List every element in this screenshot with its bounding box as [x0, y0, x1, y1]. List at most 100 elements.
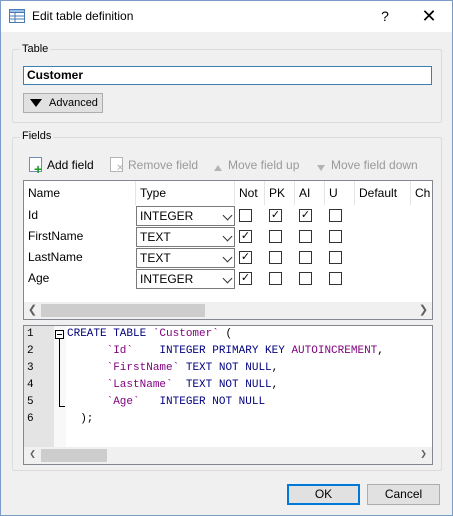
- sql-identifier: `FirstName`: [106, 362, 180, 374]
- chevron-down-icon: [222, 231, 233, 242]
- sql-text: ,: [271, 379, 279, 391]
- field-type-value: TEXT: [140, 230, 171, 244]
- scroll-thumb[interactable]: [41, 304, 205, 317]
- line-number: 6: [27, 413, 34, 425]
- checkbox-not[interactable]: ✓: [239, 251, 252, 264]
- field-type-select[interactable]: INTEGER: [136, 206, 235, 226]
- checkbox-pk[interactable]: [269, 230, 282, 243]
- field-row[interactable]: FirstName TEXT ✓: [24, 226, 432, 247]
- field-type-value: INTEGER: [140, 209, 194, 223]
- field-row[interactable]: Age INTEGER ✓: [24, 268, 432, 289]
- field-name-cell[interactable]: FirstName: [24, 226, 136, 247]
- checkbox-u[interactable]: [329, 230, 342, 243]
- checkbox-not[interactable]: ✓: [239, 230, 252, 243]
- scroll-right-icon[interactable]: ❯: [415, 447, 432, 464]
- edit-table-dialog: Edit table definition ? ✕ Table Customer…: [0, 0, 453, 516]
- move-field-down-label: Move field down: [331, 158, 418, 172]
- sql-identifier: `Customer`: [152, 328, 219, 340]
- ok-button[interactable]: OK: [287, 484, 360, 505]
- checkbox-ai[interactable]: [299, 251, 312, 264]
- field-type-value: INTEGER: [140, 272, 194, 286]
- line-number: 2: [27, 345, 34, 357]
- checkbox-ai[interactable]: [299, 272, 312, 285]
- move-field-up-button[interactable]: Move field up: [212, 156, 299, 174]
- sql-keyword: TEXT NOT NULL: [185, 362, 272, 374]
- fields-grid-hscrollbar[interactable]: ❮ ❯: [24, 302, 432, 319]
- sql-line: 2 `Id` INTEGER PRIMARY KEY AUTOINCREMENT…: [24, 343, 432, 360]
- remove-field-button[interactable]: ✕ Remove field: [109, 156, 198, 174]
- help-button[interactable]: ?: [371, 5, 399, 27]
- title-bar: Edit table definition ? ✕: [1, 1, 452, 32]
- add-field-icon: +: [28, 157, 44, 176]
- col-header-default[interactable]: Default: [355, 181, 411, 205]
- scroll-thumb[interactable]: [41, 449, 107, 462]
- sql-line: 3 `FirstName` TEXT NOT NULL,: [24, 360, 432, 377]
- move-field-down-button[interactable]: Move field down: [315, 156, 418, 174]
- cancel-button[interactable]: Cancel: [367, 484, 440, 505]
- remove-field-label: Remove field: [128, 158, 199, 172]
- field-row[interactable]: Id INTEGER ✓ ✓: [24, 205, 432, 226]
- col-header-pk[interactable]: PK: [265, 181, 295, 205]
- sql-line: 6 );: [24, 411, 432, 428]
- checkbox-u[interactable]: [329, 209, 342, 222]
- field-name-cell[interactable]: Id: [24, 205, 136, 226]
- col-header-check[interactable]: Ch: [411, 181, 432, 205]
- fields-grid-header: Name Type Not PK AI U Default Ch: [24, 181, 432, 205]
- field-type-select[interactable]: INTEGER: [136, 269, 235, 289]
- field-name-cell[interactable]: Age: [24, 268, 136, 289]
- checkbox-not[interactable]: [239, 209, 252, 222]
- sql-code: `FirstName` TEXT NOT NULL,: [67, 360, 279, 377]
- col-header-not[interactable]: Not: [235, 181, 265, 205]
- move-field-up-label: Move field up: [228, 158, 300, 172]
- chevron-down-icon: [222, 210, 233, 221]
- advanced-button[interactable]: Advanced: [23, 93, 103, 113]
- sql-identifier: `Age`: [106, 396, 140, 408]
- checkbox-pk[interactable]: [269, 272, 282, 285]
- field-type-select[interactable]: TEXT: [136, 248, 235, 268]
- scroll-left-icon[interactable]: ❮: [24, 447, 41, 464]
- window-title: Edit table definition: [32, 9, 134, 23]
- sql-line: 4 `LastName` TEXT NOT NULL,: [24, 377, 432, 394]
- sql-keyword: TEXT NOT NULL: [185, 379, 272, 391]
- sql-hscrollbar[interactable]: ❮ ❯: [24, 447, 432, 464]
- sql-keyword: CREATE TABLE: [67, 328, 153, 340]
- sql-text: ,: [271, 362, 279, 374]
- checkbox-u[interactable]: [329, 251, 342, 264]
- close-icon[interactable]: ✕: [415, 5, 443, 27]
- checkbox-ai[interactable]: ✓: [299, 209, 312, 222]
- col-header-ai[interactable]: AI: [295, 181, 325, 205]
- sql-code: `LastName` TEXT NOT NULL,: [67, 377, 279, 394]
- checkbox-u[interactable]: [329, 272, 342, 285]
- sql-preview-editor[interactable]: 1 CREATE TABLE `Customer` (2 `Id` INTEGER…: [23, 325, 433, 465]
- checkbox-pk[interactable]: ✓: [269, 209, 282, 222]
- sql-text: );: [67, 413, 94, 425]
- col-header-name[interactable]: Name: [24, 181, 136, 205]
- checkbox-not[interactable]: ✓: [239, 272, 252, 285]
- add-field-button[interactable]: + Add field: [28, 156, 94, 176]
- field-row[interactable]: LastName TEXT ✓: [24, 247, 432, 268]
- sql-identifier: AUTOINCREMENT: [291, 345, 378, 357]
- chevron-down-icon: [222, 273, 233, 284]
- sql-code: `Age` INTEGER NOT NULL: [67, 394, 265, 411]
- add-field-label: Add field: [47, 158, 94, 172]
- remove-field-icon: ✕: [109, 157, 125, 174]
- field-type-select[interactable]: TEXT: [136, 227, 235, 247]
- arrow-up-icon: [214, 164, 222, 171]
- sql-text: ,: [377, 345, 384, 357]
- col-header-type[interactable]: Type: [136, 181, 235, 205]
- scroll-left-icon[interactable]: ❮: [24, 302, 41, 319]
- checkbox-pk[interactable]: [269, 251, 282, 264]
- scroll-right-icon[interactable]: ❯: [415, 302, 432, 319]
- col-header-u[interactable]: U: [325, 181, 355, 205]
- sql-keyword: INTEGER PRIMARY KEY: [159, 345, 292, 357]
- field-name-cell[interactable]: LastName: [24, 247, 136, 268]
- table-name-input[interactable]: Customer: [23, 66, 432, 85]
- checkbox-ai[interactable]: [299, 230, 312, 243]
- sql-keyword: INTEGER NOT NULL: [159, 396, 266, 408]
